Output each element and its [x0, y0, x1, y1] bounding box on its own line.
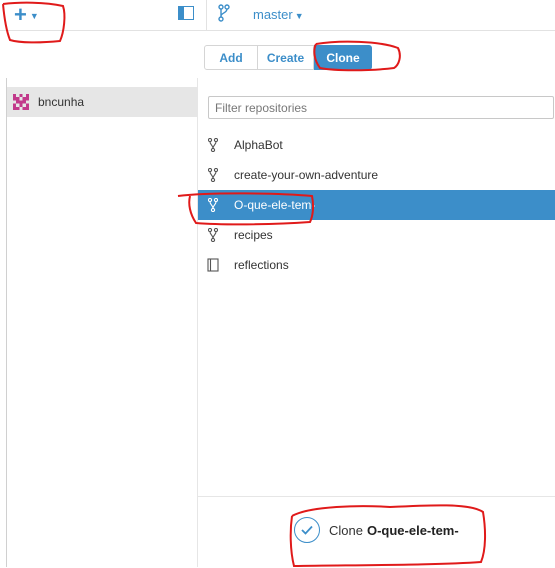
plus-icon: +	[14, 2, 27, 27]
branch-name: master	[253, 7, 293, 22]
check-icon	[294, 517, 320, 543]
identicon-avatar	[13, 94, 29, 110]
list-item[interactable]: AlphaBot	[198, 130, 555, 160]
repo-name: reflections	[234, 258, 289, 272]
repository-list: AlphaBot create-your-own-adventure O-que…	[198, 130, 555, 280]
fork-icon	[206, 168, 220, 182]
caret-down-icon: ▼	[294, 11, 304, 21]
repo-name: O-que-ele-tem-	[234, 198, 316, 212]
action-tabs: Add Create Clone	[204, 45, 372, 70]
list-item[interactable]: create-your-own-adventure	[198, 160, 555, 190]
list-item[interactable]: recipes	[198, 220, 555, 250]
fork-icon	[206, 138, 220, 152]
clone-repo-button[interactable]: Clone O-que-ele-tem-	[294, 517, 459, 543]
clone-label: Clone	[329, 522, 363, 538]
book-icon	[206, 258, 220, 272]
tab-create[interactable]: Create	[258, 45, 314, 70]
add-repository-menu[interactable]: + ▼	[14, 2, 39, 27]
list-item-selected[interactable]: O-que-ele-tem-	[198, 190, 555, 220]
caret-down-icon: ▼	[29, 11, 39, 21]
repo-name: recipes	[234, 228, 273, 242]
sidebar-item-account[interactable]: bncunha	[7, 87, 197, 117]
clone-footer: Clone O-que-ele-tem-	[198, 496, 555, 568]
repo-name: AlphaBot	[234, 138, 283, 152]
clone-repo-name: O-que-ele-tem-	[366, 522, 459, 538]
branch-selector[interactable]: master ▼	[253, 7, 304, 22]
filter-repositories-input[interactable]	[208, 96, 554, 119]
sidebar-toggle-icon[interactable]	[178, 6, 194, 20]
toolbar-divider	[206, 0, 207, 30]
repo-name: create-your-own-adventure	[234, 168, 379, 182]
list-item[interactable]: reflections	[198, 250, 555, 280]
fork-icon	[206, 198, 220, 212]
branch-icon	[218, 4, 230, 25]
fork-icon	[206, 228, 220, 242]
top-toolbar: + ▼ master ▼	[0, 0, 555, 31]
tab-clone[interactable]: Clone	[314, 45, 372, 70]
account-name: bncunha	[38, 95, 85, 109]
accounts-sidebar: bncunha	[7, 78, 197, 567]
tab-add[interactable]: Add	[204, 45, 258, 70]
